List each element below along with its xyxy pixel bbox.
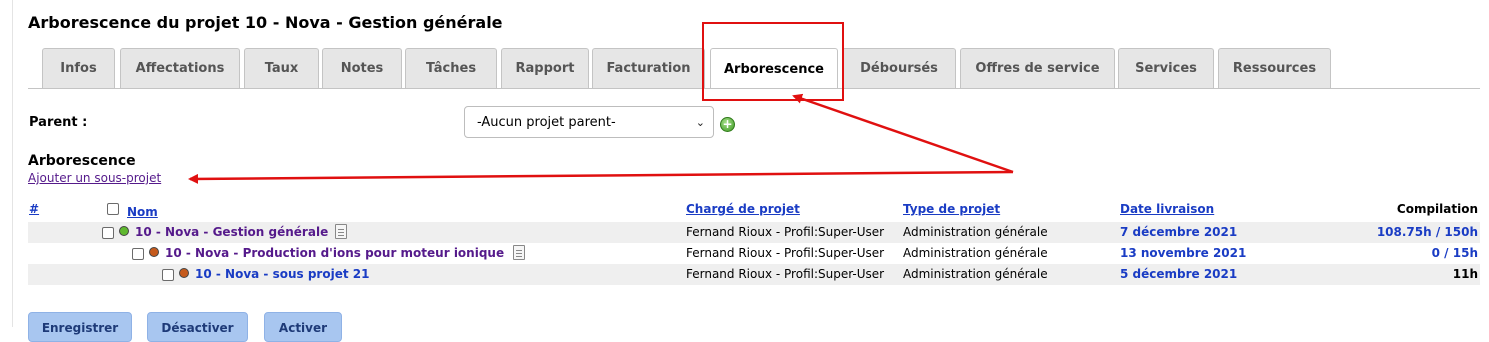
document-icon[interactable] bbox=[335, 224, 347, 239]
row-checkbox[interactable] bbox=[132, 248, 144, 260]
table-row: 10 - Nova - Production d'ions pour moteu… bbox=[28, 243, 1480, 264]
activate-button[interactable]: Activer bbox=[264, 312, 342, 342]
column-header-manager[interactable]: Chargé de projet bbox=[686, 202, 800, 216]
tab-ressources[interactable]: Ressources bbox=[1218, 48, 1331, 88]
status-orange-icon bbox=[149, 247, 159, 257]
tab-notes[interactable]: Notes bbox=[322, 48, 402, 88]
project-name-link[interactable]: 10 - Nova - Gestion générale bbox=[135, 225, 328, 239]
compilation-link[interactable]: 108.75h / 150h bbox=[1328, 225, 1478, 239]
table-row: 10 - Nova - Gestion générale Fernand Rio… bbox=[28, 222, 1480, 243]
delivery-date-link[interactable]: 7 décembre 2021 bbox=[1120, 225, 1237, 239]
project-name-link[interactable]: 10 - Nova - Production d'ions pour moteu… bbox=[165, 246, 504, 260]
save-button[interactable]: Enregistrer bbox=[28, 312, 132, 342]
select-all-checkbox[interactable] bbox=[107, 203, 119, 215]
compilation-link[interactable]: 0 / 15h bbox=[1328, 246, 1478, 260]
tab-facturation[interactable]: Facturation bbox=[592, 48, 705, 88]
project-name-link[interactable]: 10 - Nova - sous projet 21 bbox=[195, 267, 369, 281]
tab-taux[interactable]: Taux bbox=[244, 48, 319, 88]
column-header-compilation: Compilation bbox=[1396, 202, 1478, 216]
deactivate-button[interactable]: Désactiver bbox=[147, 312, 248, 342]
project-type: Administration générale bbox=[903, 246, 1048, 260]
status-orange-icon bbox=[179, 268, 189, 278]
annotation-arrow-to-tab bbox=[792, 93, 1014, 174]
compilation-value: 11h bbox=[1452, 267, 1478, 281]
row-checkbox[interactable] bbox=[162, 269, 174, 281]
delivery-date-link[interactable]: 13 novembre 2021 bbox=[1120, 246, 1246, 260]
project-manager: Fernand Rioux - Profil:Super-User bbox=[686, 246, 885, 260]
project-type: Administration générale bbox=[903, 225, 1048, 239]
column-header-delivery[interactable]: Date livraison bbox=[1120, 202, 1214, 216]
parent-project-select[interactable]: -Aucun projet parent- ⌄ bbox=[464, 106, 714, 138]
page-left-border bbox=[12, 0, 13, 327]
tab-taches[interactable]: Tâches bbox=[405, 48, 497, 88]
tab-affectations[interactable]: Affectations bbox=[120, 48, 240, 88]
chevron-down-icon: ⌄ bbox=[695, 116, 705, 129]
add-circle-icon[interactable]: + bbox=[720, 117, 735, 132]
delivery-date-link[interactable]: 5 décembre 2021 bbox=[1120, 267, 1237, 281]
parent-select-value: -Aucun projet parent- bbox=[477, 114, 616, 130]
column-header-type[interactable]: Type de projet bbox=[903, 202, 1000, 216]
status-green-icon bbox=[119, 226, 129, 236]
column-header-number[interactable]: # bbox=[29, 202, 39, 216]
column-header-name[interactable]: Nom bbox=[127, 205, 158, 219]
table-row: 10 - Nova - sous projet 21 Fernand Rioux… bbox=[28, 264, 1480, 285]
add-subproject-link[interactable]: Ajouter un sous-projet bbox=[28, 171, 161, 185]
annotation-arrow-to-link bbox=[188, 170, 1014, 184]
page-title: Arborescence du projet 10 - Nova - Gesti… bbox=[28, 13, 503, 32]
row-checkbox[interactable] bbox=[102, 227, 114, 239]
tab-debourses[interactable]: Déboursés bbox=[842, 48, 956, 88]
tab-services[interactable]: Services bbox=[1118, 48, 1214, 88]
annotation-highlight-box bbox=[702, 22, 844, 101]
project-manager: Fernand Rioux - Profil:Super-User bbox=[686, 225, 885, 239]
tab-rapport[interactable]: Rapport bbox=[501, 48, 589, 88]
tab-infos[interactable]: Infos bbox=[42, 48, 115, 88]
tab-offres-de-service[interactable]: Offres de service bbox=[960, 48, 1115, 88]
parent-label: Parent : bbox=[29, 115, 88, 130]
project-type: Administration générale bbox=[903, 267, 1048, 281]
section-title: Arborescence bbox=[28, 153, 136, 169]
document-icon[interactable] bbox=[513, 245, 525, 260]
project-manager: Fernand Rioux - Profil:Super-User bbox=[686, 267, 885, 281]
